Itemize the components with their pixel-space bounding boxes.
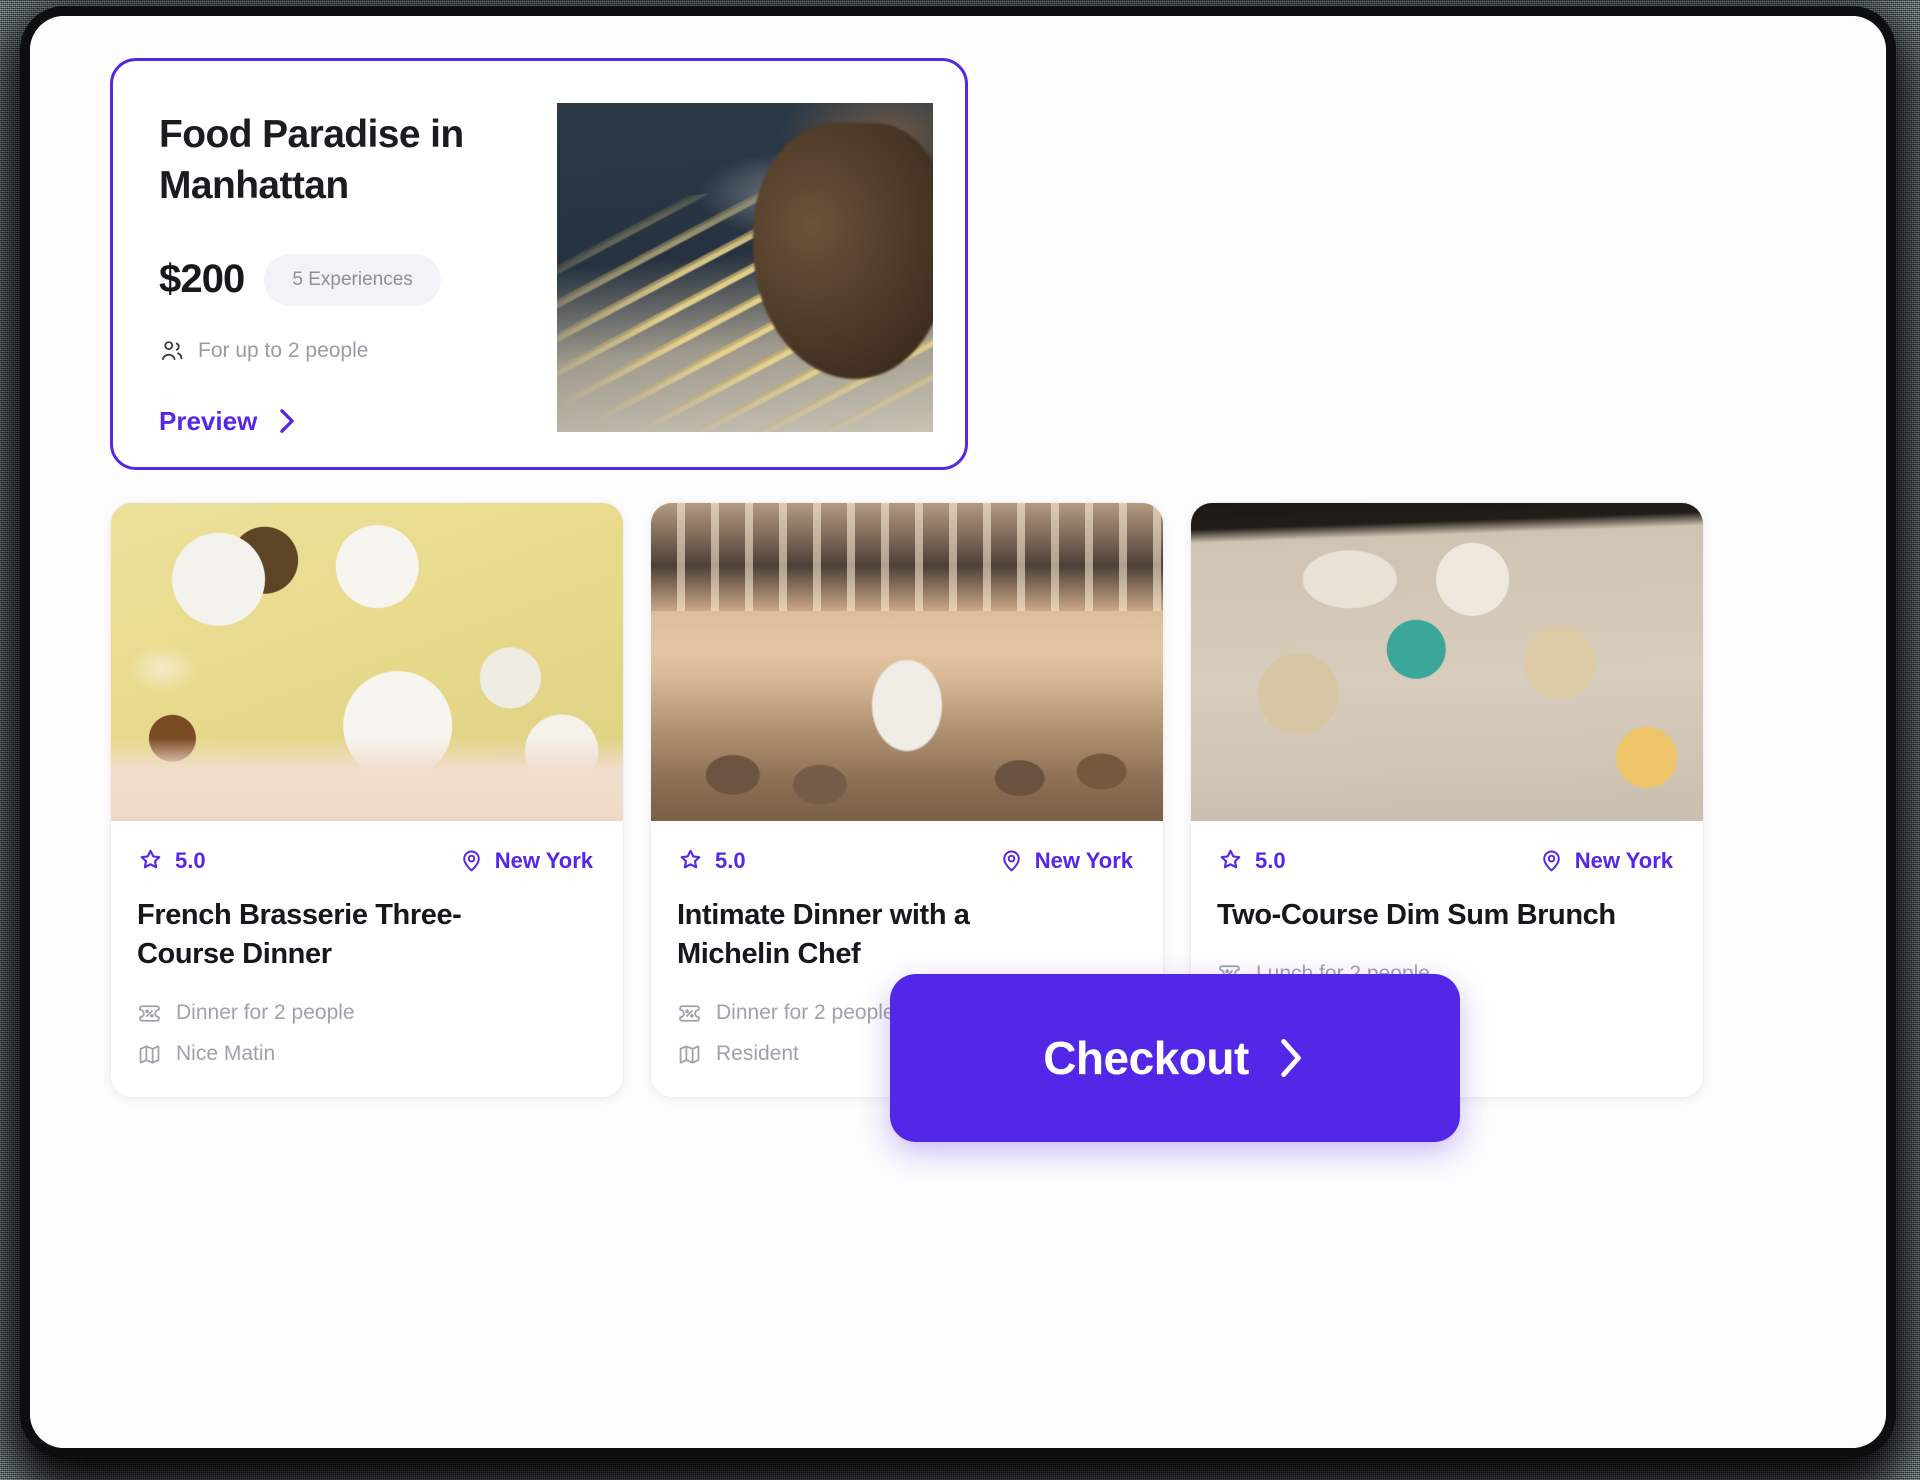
location-label: New York — [1034, 847, 1133, 873]
capacity-label: For up to 2 people — [198, 338, 369, 362]
map-pin-icon — [999, 848, 1024, 873]
experience-venue-label: Nice Matin — [176, 1042, 276, 1066]
experience-meta-row: 5.0 New York — [677, 847, 1137, 874]
experience-meta-row: 5.0 New York — [137, 847, 597, 874]
experience-title: Intimate Dinner with a Michelin Chef — [677, 899, 970, 971]
app-window: Food Paradise in Manhattan $200 5 Experi… — [30, 16, 1886, 1448]
experience-card[interactable]: 5.0 New York French Brasserie Three-Cour… — [110, 502, 624, 1098]
location-badge: New York — [999, 848, 1137, 874]
page-title: Food Paradise in Manhattan — [159, 113, 464, 208]
ticket-percent-icon — [677, 1001, 702, 1026]
bundle-hero-image — [557, 103, 933, 432]
rating-value: 5.0 — [715, 847, 746, 873]
map-icon — [137, 1042, 162, 1067]
experience-venue: Nice Matin — [137, 1042, 597, 1067]
bundle-hero-card[interactable]: Food Paradise in Manhattan $200 5 Experi… — [110, 58, 968, 470]
star-icon — [137, 847, 164, 874]
experience-meal: Dinner for 2 people — [137, 1001, 597, 1026]
experience-meal-label: Dinner for 2 people — [176, 1001, 355, 1025]
bundle-hero-details: Food Paradise in Manhattan $200 5 Experi… — [113, 61, 559, 467]
map-pin-icon — [459, 848, 484, 873]
users-icon — [159, 338, 185, 364]
preview-label: Preview — [159, 405, 258, 436]
ticket-percent-icon — [137, 1001, 162, 1026]
checkout-label: Checkout — [1043, 1032, 1249, 1084]
experience-photo — [651, 503, 1163, 821]
map-icon — [677, 1042, 702, 1067]
chevron-right-icon — [277, 407, 297, 435]
price-row: $200 5 Experiences — [159, 253, 559, 306]
checkout-button[interactable]: Checkout — [890, 974, 1460, 1142]
preview-link[interactable]: Preview — [159, 406, 559, 437]
window-content: Food Paradise in Manhattan $200 5 Experi… — [30, 16, 1886, 1448]
rating-value: 5.0 — [175, 847, 206, 873]
rating-badge: 5.0 — [1217, 847, 1286, 874]
chevron-right-icon — [1275, 1034, 1307, 1082]
location-label: New York — [1574, 847, 1673, 873]
experience-photo — [111, 503, 623, 821]
location-badge: New York — [459, 848, 597, 874]
experience-title: Two-Course Dim Sum Brunch — [1217, 899, 1616, 931]
experience-meal-label: Dinner for 2 people — [716, 1001, 895, 1025]
experiences-count-badge: 5 Experiences — [264, 253, 441, 306]
location-label: New York — [494, 847, 593, 873]
map-pin-icon — [1539, 848, 1564, 873]
location-badge: New York — [1539, 848, 1677, 874]
rating-badge: 5.0 — [137, 847, 206, 874]
rating-badge: 5.0 — [677, 847, 746, 874]
experience-venue-label: Resident — [716, 1042, 799, 1066]
experience-title: French Brasserie Three-Course Dinner — [137, 899, 462, 971]
rating-value: 5.0 — [1255, 847, 1286, 873]
experience-card-body: 5.0 New York French Brasserie Three-Cour… — [111, 821, 623, 1097]
star-icon — [1217, 847, 1244, 874]
bundle-price: $200 — [159, 257, 245, 302]
experience-photo — [1191, 503, 1703, 821]
star-icon — [677, 847, 704, 874]
capacity-row: For up to 2 people — [159, 338, 559, 364]
experience-meta-row: 5.0 New York — [1217, 847, 1677, 874]
